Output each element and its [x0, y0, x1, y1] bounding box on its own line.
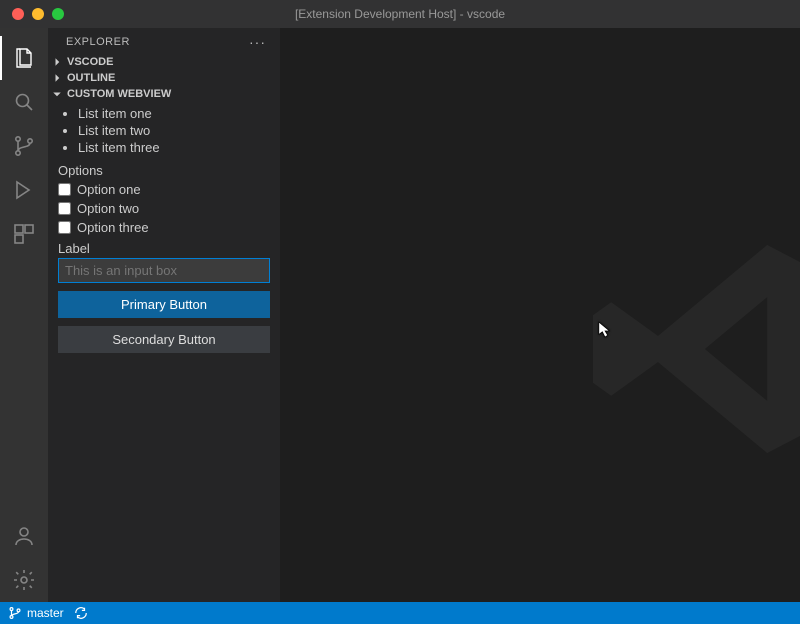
section-vscode[interactable]: VSCODE — [48, 54, 280, 70]
section-label: CUSTOM WEBVIEW — [67, 88, 171, 100]
option-label: Option one — [77, 182, 141, 197]
list-item: List item two — [78, 123, 270, 140]
section-custom-webview[interactable]: CUSTOM WEBVIEW — [48, 86, 280, 102]
status-branch[interactable]: master — [8, 606, 64, 620]
secondary-button[interactable]: Secondary Button — [58, 326, 270, 353]
status-sync[interactable] — [74, 606, 88, 620]
sidebar-title: EXPLORER — [66, 36, 130, 48]
activity-source-control[interactable] — [0, 124, 48, 168]
list-item: List item three — [78, 140, 270, 157]
chevron-down-icon — [50, 88, 64, 100]
custom-webview-content: List item one List item two List item th… — [48, 102, 280, 363]
window-title: [Extension Development Host] - vscode — [0, 7, 800, 21]
option-row[interactable]: Option three — [58, 218, 270, 237]
account-icon — [12, 524, 36, 548]
vscode-watermark — [580, 219, 800, 482]
section-label: VSCODE — [67, 56, 113, 68]
webview-list: List item one List item two List item th… — [58, 106, 270, 157]
explorer-sidebar: EXPLORER ··· VSCODE OUTLINE CUSTOM WEBVI… — [48, 28, 280, 602]
branch-icon — [8, 606, 22, 620]
activity-explorer[interactable] — [0, 36, 48, 80]
status-branch-name: master — [27, 606, 64, 620]
maximize-window-icon[interactable] — [52, 8, 64, 20]
chevron-right-icon — [50, 72, 64, 84]
main-area: EXPLORER ··· VSCODE OUTLINE CUSTOM WEBVI… — [0, 28, 800, 602]
section-label: OUTLINE — [67, 72, 115, 84]
activity-bar — [0, 28, 48, 602]
option-checkbox-3[interactable] — [58, 221, 71, 234]
option-checkbox-1[interactable] — [58, 183, 71, 196]
option-label: Option two — [77, 201, 139, 216]
activity-settings[interactable] — [0, 558, 48, 602]
editor-area — [280, 28, 800, 602]
files-icon — [12, 46, 36, 70]
input-label: Label — [58, 241, 270, 256]
activity-run-debug[interactable] — [0, 168, 48, 212]
sync-icon — [74, 606, 88, 620]
activity-search[interactable] — [0, 80, 48, 124]
extensions-icon — [12, 222, 36, 246]
more-actions-icon[interactable]: ··· — [249, 34, 268, 50]
option-row[interactable]: Option one — [58, 180, 270, 199]
list-item: List item one — [78, 106, 270, 123]
close-window-icon[interactable] — [12, 8, 24, 20]
option-checkbox-2[interactable] — [58, 202, 71, 215]
status-bar: master — [0, 602, 800, 624]
activity-extensions[interactable] — [0, 212, 48, 256]
branch-icon — [12, 134, 36, 158]
mouse-cursor-icon — [598, 321, 612, 342]
options-heading: Options — [58, 163, 270, 178]
webview-text-input[interactable] — [58, 258, 270, 283]
sidebar-header: EXPLORER ··· — [48, 28, 280, 54]
chevron-right-icon — [50, 56, 64, 68]
title-bar: [Extension Development Host] - vscode — [0, 0, 800, 28]
primary-button[interactable]: Primary Button — [58, 291, 270, 318]
search-icon — [12, 90, 36, 114]
option-row[interactable]: Option two — [58, 199, 270, 218]
minimize-window-icon[interactable] — [32, 8, 44, 20]
gear-icon — [12, 568, 36, 592]
activity-accounts[interactable] — [0, 514, 48, 558]
play-bug-icon — [12, 178, 36, 202]
option-label: Option three — [77, 220, 149, 235]
window-controls — [0, 8, 64, 20]
section-outline[interactable]: OUTLINE — [48, 70, 280, 86]
